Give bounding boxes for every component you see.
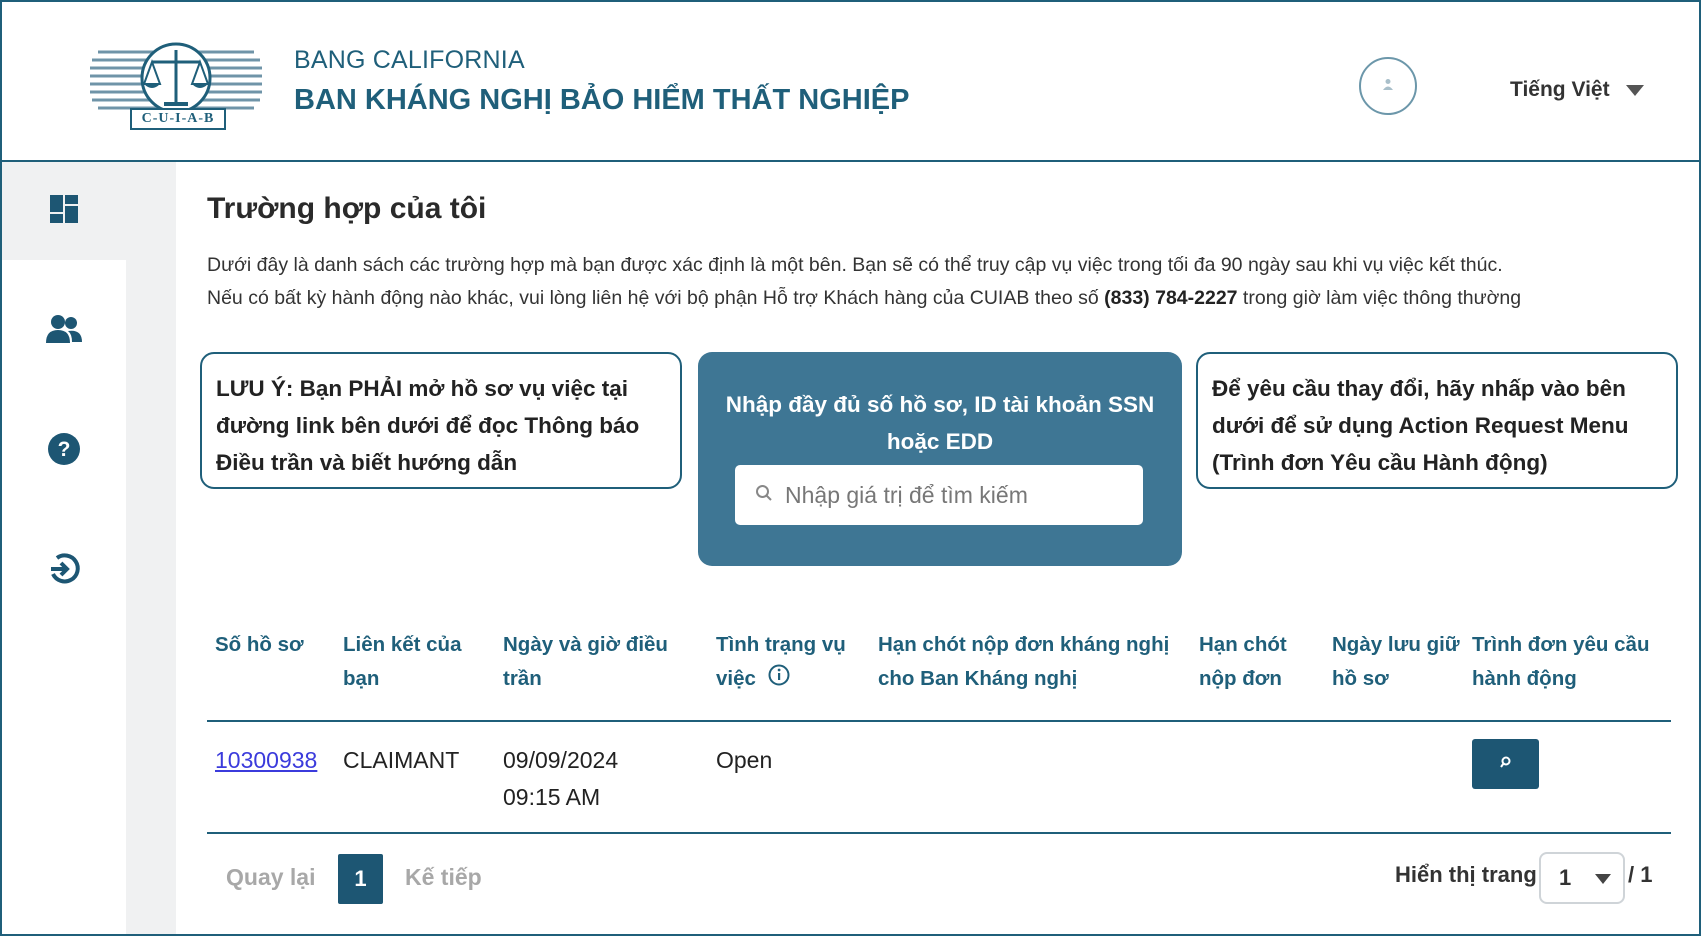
showing-page-label: Hiển thị trang — [1395, 862, 1537, 887]
notice-box: LƯU Ý: Bạn PHẢI mở hồ sơ vụ việc tại đườ… — [200, 352, 682, 489]
pagination-next-button[interactable]: Kế tiếp — [405, 864, 482, 891]
sidebar-gutter — [126, 162, 176, 934]
page-title: Trường hợp của tôi — [207, 192, 487, 225]
search-input[interactable] — [783, 480, 1127, 510]
action-info-box: Để yêu cầu thay đổi, hãy nhấp vào bên dư… — [1196, 352, 1678, 489]
column-header-retention-date: Ngày lưu giữ hồ sơ — [1332, 633, 1460, 690]
agency-name: BAN KHÁNG NGHỊ BẢO HIỂM THẤT NGHIỆP — [294, 84, 910, 116]
column-header-case-number: Số hồ sơ — [215, 633, 304, 656]
column-header-appeal-deadline: Hạn chót nộp đơn kháng nghị cho Ban Khán… — [878, 633, 1170, 690]
page-total: / 1 — [1628, 862, 1653, 887]
pagination-page-1[interactable]: 1 — [338, 854, 383, 904]
description-line-2: Nếu có bất kỳ hành động nào khác, vui lò… — [207, 287, 1522, 309]
chevron-down-icon — [1625, 84, 1644, 96]
info-icon[interactable] — [768, 663, 790, 697]
language-selector[interactable]: Tiếng Việt — [1510, 78, 1644, 102]
column-header-filing-deadline: Hạn chót nộp đơn — [1199, 633, 1287, 690]
svg-text:?: ? — [58, 438, 71, 461]
column-header-status: Tình trạng vụ việc — [716, 628, 861, 697]
logo-text: C-U-I-A-B — [130, 108, 226, 130]
header: C-U-I-A-B BANG CALIFORNIA BAN KHÁNG NGHỊ… — [2, 2, 1699, 162]
page-select-value: 1 — [1559, 865, 1572, 890]
column-header-affiliation: Liên kết của bạn — [343, 633, 462, 690]
avatar[interactable] — [1359, 57, 1417, 115]
sidebar-item-dashboard[interactable] — [2, 162, 126, 260]
sidebar-item-help[interactable]: ? — [2, 402, 126, 500]
column-header-hearing-date: Ngày và giờ điều trần — [503, 633, 668, 690]
help-icon: ? — [47, 432, 81, 471]
description-line-1: Dưới đây là danh sách các trường hợp mà … — [207, 254, 1503, 276]
hearing-datetime-cell: 09/09/2024 09:15 AM — [503, 742, 618, 816]
table-row: 10300938 CLAIMANT 09/09/2024 09:15 AM Op… — [207, 722, 1671, 834]
sidebar-item-users[interactable] — [2, 282, 126, 380]
page-select[interactable]: 1 — [1539, 852, 1625, 904]
support-phone: (833) 784-2227 — [1104, 287, 1238, 309]
affiliation-cell: CLAIMANT — [343, 747, 460, 773]
state-name: BANG CALIFORNIA — [294, 46, 525, 74]
logout-icon — [47, 552, 81, 591]
status-cell: Open — [716, 747, 773, 773]
search-panel: Nhập đầy đủ số hồ sơ, ID tài khoản SSN h… — [698, 352, 1182, 566]
user-icon — [1381, 77, 1395, 96]
pagination-prev-button[interactable]: Quay lại — [226, 864, 315, 891]
app-frame: C-U-I-A-B BANG CALIFORNIA BAN KHÁNG NGHỊ… — [0, 0, 1701, 936]
sidebar: ? — [2, 162, 126, 934]
search-label: Nhập đầy đủ số hồ sơ, ID tài khoản SSN h… — [725, 392, 1155, 454]
action-menu-button[interactable] — [1472, 739, 1539, 789]
users-icon — [46, 314, 82, 349]
column-header-action-menu: Trình đơn yêu cầu hành động — [1472, 633, 1650, 690]
table-header: Số hồ sơ Liên kết của bạn Ngày và giờ đi… — [207, 622, 1671, 722]
chevron-down-icon — [1595, 874, 1611, 884]
search-input-wrapper — [735, 465, 1143, 525]
page-description: Dưới đây là danh sách các trường hợp mà … — [207, 249, 1687, 315]
dashboard-icon — [49, 194, 79, 229]
language-label: Tiếng Việt — [1510, 78, 1610, 101]
cuiab-logo: C-U-I-A-B — [90, 38, 262, 130]
action-menu-icon — [1499, 755, 1513, 774]
sidebar-item-logout[interactable] — [2, 522, 126, 620]
search-icon — [755, 484, 773, 507]
hearing-date: 09/09/2024 — [503, 747, 619, 773]
case-number-link[interactable]: 10300938 — [215, 747, 317, 773]
hearing-time: 09:15 AM — [503, 784, 601, 810]
